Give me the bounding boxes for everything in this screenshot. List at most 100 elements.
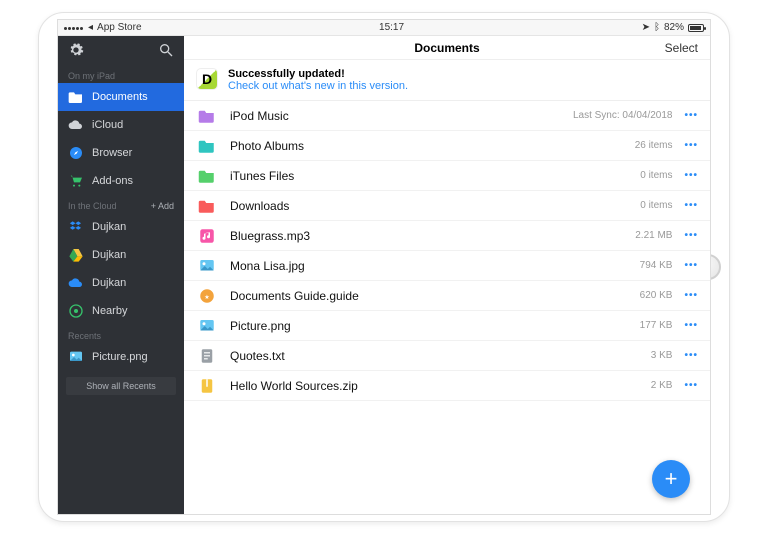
settings-button[interactable] — [68, 42, 84, 61]
ipad-frame: ◂ App Store 15:17 ➤ ᛒ 82% On my iPad — [38, 12, 730, 522]
sidebar-item-add-ons[interactable]: Add-ons — [58, 167, 184, 195]
sidebar-item-label: Dujkan — [92, 277, 126, 289]
sidebar-item-label: Dujkan — [92, 249, 126, 261]
file-meta: 620 KB — [640, 290, 673, 301]
file-row[interactable]: Downloads0 items ••• — [184, 191, 710, 221]
sidebar-item-label: Picture.png — [92, 351, 148, 363]
file-meta: 794 KB — [640, 260, 673, 271]
file-list: iPod MusicLast Sync: 04/04/2018•••Photo … — [184, 101, 710, 514]
sidebar-item-label: Browser — [92, 147, 132, 159]
file-row[interactable]: iTunes Files0 items ••• — [184, 161, 710, 191]
dropbox-icon — [68, 219, 84, 235]
battery-pct: 82% — [664, 22, 684, 33]
zip-icon — [196, 375, 218, 397]
folder-icon — [68, 89, 84, 105]
more-button[interactable]: ••• — [684, 260, 698, 271]
file-row[interactable]: Picture.png177 KB ••• — [184, 311, 710, 341]
folder-generic-icon — [196, 135, 218, 157]
file-meta: 2.21 MB — [635, 230, 672, 241]
page-title: Documents — [184, 41, 710, 55]
file-name: iTunes Files — [230, 169, 640, 183]
more-button[interactable]: ••• — [684, 170, 698, 181]
sidebar-item-browser[interactable]: Browser — [58, 139, 184, 167]
file-meta: Last Sync: 04/04/2018 — [573, 110, 673, 121]
cart-icon — [68, 173, 84, 189]
file-row[interactable]: Documents Guide.guide620 KB ••• — [184, 281, 710, 311]
sidebar-item-label: Dujkan — [92, 221, 126, 233]
text-icon — [196, 345, 218, 367]
image-icon — [196, 315, 218, 337]
section-cloud: In the Cloud — [68, 201, 117, 211]
onedrive-icon — [68, 275, 84, 291]
more-button[interactable]: ••• — [684, 290, 698, 301]
search-button[interactable] — [158, 42, 174, 61]
file-name: Mona Lisa.jpg — [230, 259, 640, 273]
status-bar: ◂ App Store 15:17 ➤ ᛒ 82% — [58, 20, 710, 36]
sidebar-item-documents[interactable]: Documents — [58, 83, 184, 111]
file-row[interactable]: Hello World Sources.zip2 KB ••• — [184, 371, 710, 401]
sidebar-item-dujkan[interactable]: Dujkan — [58, 241, 184, 269]
compass-icon — [68, 145, 84, 161]
file-name: iPod Music — [230, 109, 573, 123]
file-meta: 0 items — [640, 200, 672, 211]
more-button[interactable]: ••• — [684, 320, 698, 331]
file-meta: 26 items — [635, 140, 673, 151]
sidebar-item-nearby[interactable]: Nearby — [58, 297, 184, 325]
banner-title: Successfully updated! — [228, 68, 408, 80]
more-button[interactable]: ••• — [684, 350, 698, 361]
file-name: Photo Albums — [230, 139, 635, 153]
gdrive-icon — [68, 247, 84, 263]
folder-music-icon — [196, 105, 218, 127]
sidebar-item-label: iCloud — [92, 119, 123, 131]
signal-dots — [64, 22, 84, 33]
add-button[interactable]: + — [652, 460, 690, 498]
file-name: Bluegrass.mp3 — [230, 229, 635, 243]
show-all-recents-button[interactable]: Show all Recents — [66, 377, 176, 395]
sidebar-item-icloud[interactable]: iCloud — [58, 111, 184, 139]
section-on-device: On my iPad — [58, 65, 184, 83]
more-button[interactable]: ••• — [684, 380, 698, 391]
file-name: Hello World Sources.zip — [230, 379, 651, 393]
screen: ◂ App Store 15:17 ➤ ᛒ 82% On my iPad — [57, 19, 711, 515]
file-name: Picture.png — [230, 319, 640, 333]
file-row[interactable]: Photo Albums26 items ••• — [184, 131, 710, 161]
folder-music-icon — [196, 165, 218, 187]
more-button[interactable]: ••• — [684, 110, 698, 121]
more-button[interactable]: ••• — [684, 200, 698, 211]
sidebar-item-dujkan[interactable]: Dujkan — [58, 269, 184, 297]
clock: 15:17 — [142, 22, 642, 33]
image-icon — [196, 255, 218, 277]
file-name: Documents Guide.guide — [230, 289, 640, 303]
cloud-icon — [68, 117, 84, 133]
file-name: Quotes.txt — [230, 349, 651, 363]
sidebar: On my iPad Documents iCloud Browser Add-ons… — [58, 36, 184, 514]
banner-link[interactable]: Check out what's new in this version. — [228, 80, 408, 92]
sidebar-item-label: Nearby — [92, 305, 127, 317]
audio-icon — [196, 225, 218, 247]
file-meta: 177 KB — [640, 320, 673, 331]
add-cloud-button[interactable]: + Add — [151, 201, 174, 211]
more-button[interactable]: ••• — [684, 230, 698, 241]
section-recents: Recents — [58, 325, 184, 343]
image-icon — [68, 349, 84, 365]
more-button[interactable]: ••• — [684, 140, 698, 151]
file-meta: 0 items — [640, 170, 672, 181]
file-row[interactable]: iPod MusicLast Sync: 04/04/2018 ••• — [184, 101, 710, 131]
bluetooth-icon: ᛒ — [654, 22, 660, 33]
folder-download-icon — [196, 195, 218, 217]
sidebar-item-label: Documents — [92, 91, 148, 103]
guide-icon — [196, 285, 218, 307]
file-name: Downloads — [230, 199, 640, 213]
update-banner: Successfully updated! Check out what's n… — [184, 60, 710, 101]
file-row[interactable]: Quotes.txt3 KB••• — [184, 341, 710, 371]
battery-icon — [688, 24, 704, 32]
file-row[interactable]: Bluegrass.mp32.21 MB ••• — [184, 221, 710, 251]
sidebar-item-picture-png[interactable]: Picture.png — [58, 343, 184, 371]
location-icon: ➤ — [642, 22, 650, 33]
sidebar-item-label: Add-ons — [92, 175, 133, 187]
file-row[interactable]: Mona Lisa.jpg794 KB ••• — [184, 251, 710, 281]
back-to-app-label[interactable]: App Store — [97, 22, 141, 33]
file-meta: 2 KB — [651, 380, 673, 391]
sidebar-item-dujkan[interactable]: Dujkan — [58, 213, 184, 241]
app-icon — [196, 68, 218, 90]
